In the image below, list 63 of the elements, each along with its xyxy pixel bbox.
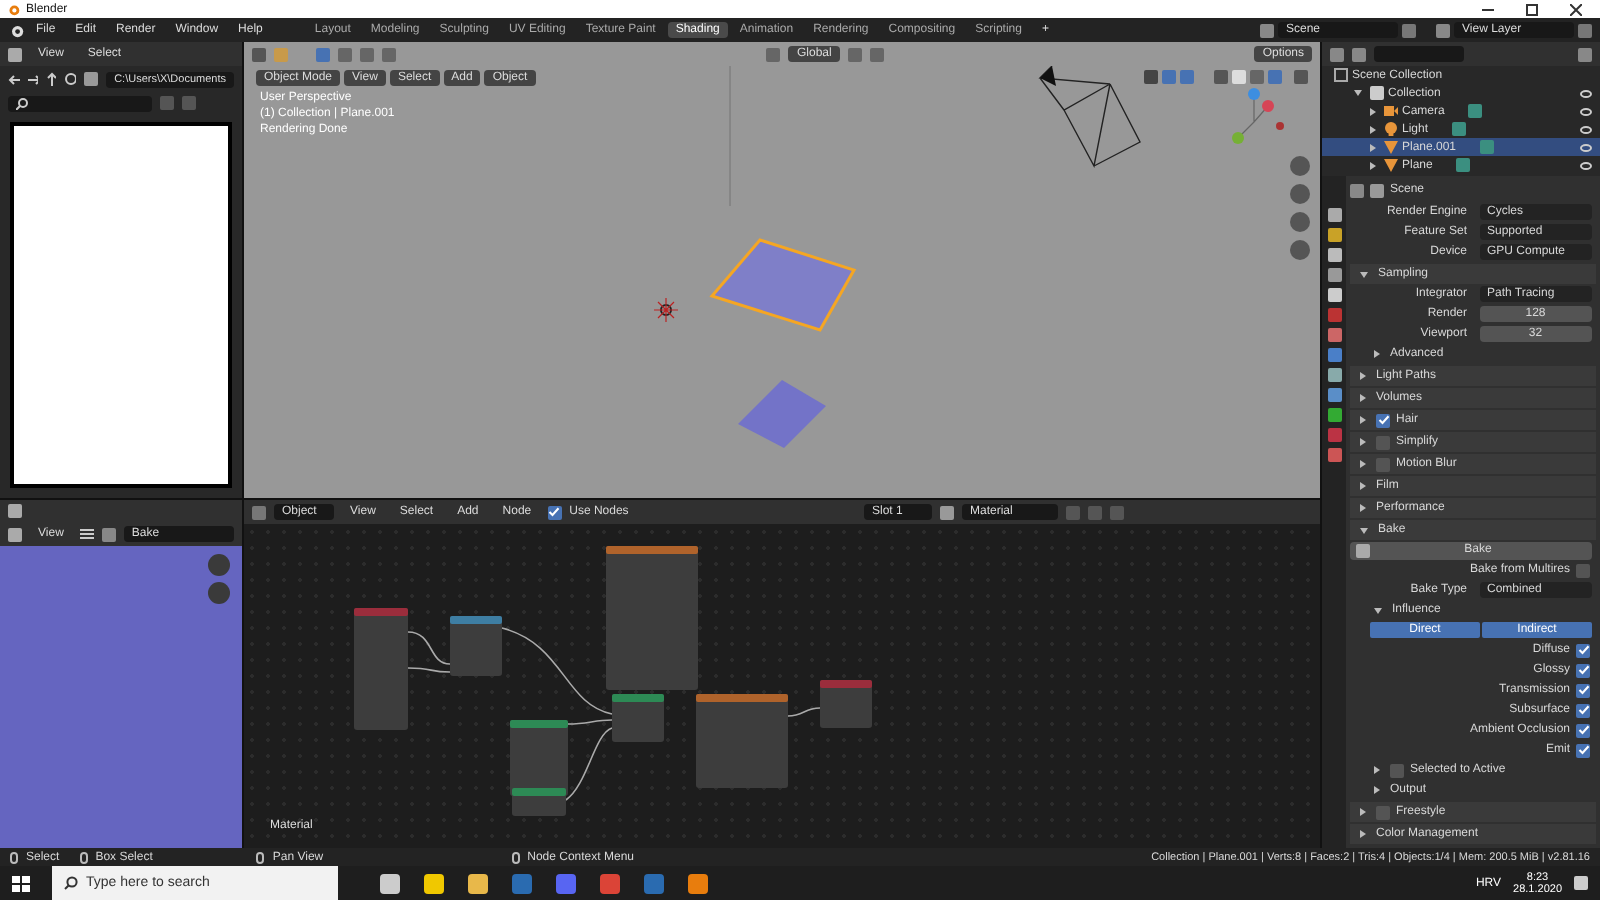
search-icon [64,876,78,890]
light-icon [1384,122,1398,136]
camera-icon [1384,104,1398,118]
camera-object[interactable] [1038,66,1141,169]
checkbox[interactable] [1376,435,1390,449]
shader-node[interactable] [612,694,664,742]
checkbox[interactable] [547,505,562,519]
disclosure-icon[interactable] [1370,107,1376,115]
search-field[interactable] [8,95,152,111]
back-icon[interactable] [8,73,20,85]
shader-node[interactable] [696,694,788,788]
disclosure-icon[interactable] [1370,143,1376,151]
search-icon [16,97,28,109]
mouse-icon [256,851,265,863]
mouse-icon [511,851,520,863]
collection-icon [1370,86,1384,100]
disclosure-icon[interactable] [1374,607,1382,613]
disclosure-icon[interactable] [1360,271,1368,277]
checkbox[interactable] [1390,763,1404,777]
disclosure-icon[interactable] [1360,394,1366,402]
checkbox[interactable] [1576,743,1590,757]
disclosure-icon[interactable] [1360,416,1366,424]
scene-collection-icon [1334,68,1348,82]
disclosure-icon[interactable] [1360,527,1368,533]
node-link [501,627,613,715]
refresh-icon[interactable] [64,72,77,86]
shader-node[interactable] [820,680,872,728]
search-field[interactable] [1374,46,1464,62]
checkbox[interactable] [1576,703,1590,717]
checkbox[interactable] [1576,663,1590,677]
minimize-icon[interactable] [1482,3,1494,15]
shader-node[interactable] [450,616,502,676]
disclosure-icon[interactable] [1374,786,1380,794]
disclosure-icon[interactable] [1360,808,1366,816]
node-link [787,707,821,717]
shader-node[interactable] [510,720,568,796]
checkbox[interactable] [1376,805,1390,819]
mouse-icon [79,851,88,863]
menu-icon[interactable] [79,528,94,540]
checkbox[interactable] [1376,457,1390,471]
mouse-icon [10,851,18,863]
checkbox[interactable] [1376,413,1390,427]
shader-node[interactable] [354,608,408,730]
shader-node[interactable] [606,546,698,690]
checkbox[interactable] [1576,723,1590,737]
disclosure-icon[interactable] [1374,766,1380,774]
disclosure-icon[interactable] [1360,504,1366,512]
checkbox[interactable] [1576,563,1590,577]
light-object[interactable] [653,297,679,323]
checkbox[interactable] [1576,683,1590,697]
disclosure-icon[interactable] [1360,438,1366,446]
parent-folder-icon[interactable] [46,72,57,86]
maximize-icon[interactable] [1526,3,1538,15]
disclosure-icon[interactable] [1374,350,1380,358]
disclosure-icon[interactable] [1360,482,1366,490]
disclosure-icon[interactable] [1354,90,1362,96]
disclosure-icon[interactable] [1360,460,1366,468]
forward-icon[interactable] [27,73,39,85]
disclosure-icon[interactable] [1360,372,1366,380]
shader-node[interactable] [512,788,566,816]
disclosure-icon[interactable] [1370,161,1376,169]
checkbox[interactable] [1576,643,1590,657]
disclosure-icon[interactable] [1360,830,1366,838]
